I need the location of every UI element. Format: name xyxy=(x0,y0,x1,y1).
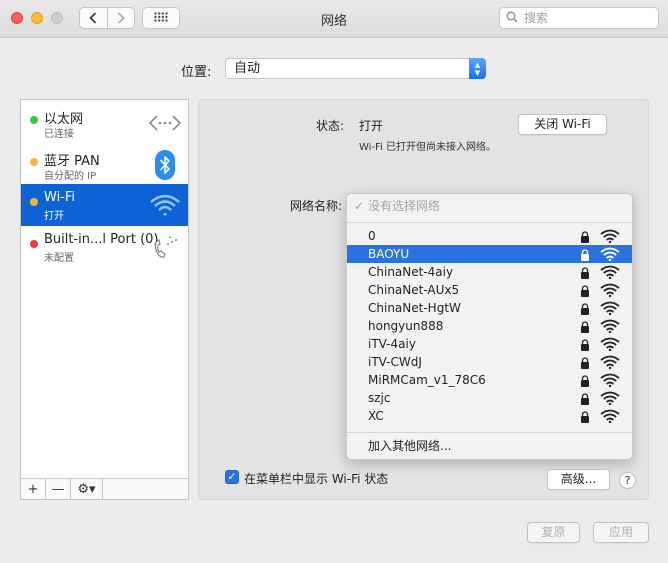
apply-button[interactable]: 应用 xyxy=(593,522,649,543)
network-item[interactable]: MiRMCam_v1_78C6 xyxy=(347,371,632,389)
lock-icon xyxy=(580,320,590,333)
network-item[interactable]: iTV-CWdJ xyxy=(347,353,632,371)
wifi-signal-icon xyxy=(600,337,620,352)
lock-icon xyxy=(580,284,590,297)
wifi-signal-icon xyxy=(600,319,620,334)
search-icon xyxy=(506,11,518,26)
wifi-signal-icon xyxy=(600,265,620,280)
network-name: szjc xyxy=(368,391,391,405)
lock-icon xyxy=(580,302,590,315)
ethernet-icon xyxy=(148,108,182,138)
lock-icon xyxy=(580,230,590,243)
title-bar: 网络 xyxy=(0,0,668,38)
network-item[interactable]: szjc xyxy=(347,389,632,407)
search-field[interactable] xyxy=(499,7,659,29)
bluetooth-icon xyxy=(148,150,182,180)
help-button[interactable]: ? xyxy=(619,472,636,489)
service-list: 以太网 已连接 蓝牙 PAN 自分配的 IP Wi-Fi 打开 Built-in… xyxy=(20,99,189,500)
updown-arrows-icon: ▲ ▼ xyxy=(469,58,486,79)
wifi-signal-icon xyxy=(600,391,620,406)
service-status: 未配置 xyxy=(44,253,74,264)
wifi-signal-icon xyxy=(600,247,620,262)
network-item[interactable]: iTV-4aiy xyxy=(347,335,632,353)
show-wifi-status-label: 在菜单栏中显示 Wi-Fi 状态 xyxy=(244,472,389,486)
status-description: Wi-Fi 已打开但尚未接入网络。 xyxy=(359,142,497,153)
status-dot xyxy=(30,158,38,166)
network-name: ChinaNet-AUx5 xyxy=(368,283,460,297)
turn-off-wifi-button[interactable]: 关闭 Wi-Fi xyxy=(518,114,607,135)
service-name: Built-in...l Port (0) xyxy=(44,232,159,247)
network-item[interactable]: ChinaNet-AUx5 xyxy=(347,281,632,299)
location-value: 自动 xyxy=(234,61,261,76)
lock-icon xyxy=(580,266,590,279)
network-name: iTV-4aiy xyxy=(368,337,416,351)
wifi-signal-icon xyxy=(600,373,620,388)
network-name: XC xyxy=(368,409,384,423)
network-name-menu[interactable]: ✓ 没有选择网络 0 BAOYU ChinaNet-4aiy ChinaNet-AUx… xyxy=(346,193,633,460)
gear-menu-button[interactable]: ⚙▾ xyxy=(71,479,103,499)
network-item[interactable]: hongyun888 xyxy=(347,317,632,335)
wifi-signal-icon xyxy=(600,409,620,424)
wifi-signal-icon xyxy=(600,229,620,244)
wifi-signal-icon xyxy=(600,301,620,316)
checkmark-icon: ✓ xyxy=(227,470,237,483)
network-name: hongyun888 xyxy=(368,319,444,333)
network-item[interactable]: BAOYU xyxy=(347,245,632,263)
location-label: 位置: xyxy=(181,65,212,80)
service-name: Wi-Fi xyxy=(44,190,76,205)
network-name: ChinaNet-4aiy xyxy=(368,265,454,279)
status-value: 打开 xyxy=(359,119,384,133)
wifi-icon xyxy=(148,190,182,220)
modem-phone-icon xyxy=(148,232,182,262)
network-name: ChinaNet-HgtW xyxy=(368,301,461,315)
status-label: 状态: xyxy=(316,119,345,133)
network-preferences-window: 网络 位置: 自动 ▲▼ 以太网 已连接 xyxy=(0,0,668,563)
network-name: MiRMCam_v1_78C6 xyxy=(368,373,486,387)
wifi-signal-icon xyxy=(600,283,620,298)
location-select[interactable]: 自动 ▲ ▼ xyxy=(225,58,486,79)
status-dot xyxy=(30,116,38,124)
lock-icon xyxy=(580,392,590,405)
menu-item-join-other[interactable]: 加入其他网络... xyxy=(347,437,632,455)
network-item[interactable]: XC xyxy=(347,407,632,425)
menu-separator xyxy=(347,222,632,223)
checkmark-icon: ✓ xyxy=(354,199,365,213)
service-item-wifi[interactable]: Wi-Fi 打开 xyxy=(21,184,188,226)
service-status: 自分配的 IP xyxy=(44,171,97,182)
remove-service-button[interactable]: — xyxy=(46,479,71,499)
show-wifi-status-checkbox[interactable]: ✓ xyxy=(225,470,239,484)
service-status: 打开 xyxy=(44,211,64,222)
network-name-label: 网络名称: xyxy=(290,199,343,213)
advanced-button[interactable]: 高级... xyxy=(547,469,610,490)
lock-icon xyxy=(580,356,590,369)
service-item-ethernet[interactable]: 以太网 已连接 xyxy=(21,102,188,144)
status-dot xyxy=(30,198,38,206)
network-item[interactable]: ChinaNet-4aiy xyxy=(347,263,632,281)
lock-icon xyxy=(580,338,590,351)
lock-icon xyxy=(580,410,590,423)
service-item-modem-port[interactable]: Built-in...l Port (0) 未配置 xyxy=(21,226,188,268)
service-status: 已连接 xyxy=(44,129,74,140)
service-item-bluetooth-pan[interactable]: 蓝牙 PAN 自分配的 IP xyxy=(21,144,188,186)
network-name: iTV-CWdJ xyxy=(368,355,422,369)
network-name: BAOYU xyxy=(368,247,410,261)
network-item[interactable]: ChinaNet-HgtW xyxy=(347,299,632,317)
service-list-toolbar: + — ⚙▾ xyxy=(21,478,188,499)
lock-icon xyxy=(580,248,590,261)
menu-item-no-network: ✓ 没有选择网络 xyxy=(354,199,441,213)
menu-separator xyxy=(347,432,632,433)
network-name: 0 xyxy=(368,229,376,243)
add-service-button[interactable]: + xyxy=(21,479,46,499)
revert-button[interactable]: 复原 xyxy=(527,522,580,543)
wifi-signal-icon xyxy=(600,355,620,370)
network-item[interactable]: 0 xyxy=(347,227,632,245)
status-dot xyxy=(30,240,38,248)
search-input[interactable] xyxy=(522,10,646,26)
lock-icon xyxy=(580,374,590,387)
